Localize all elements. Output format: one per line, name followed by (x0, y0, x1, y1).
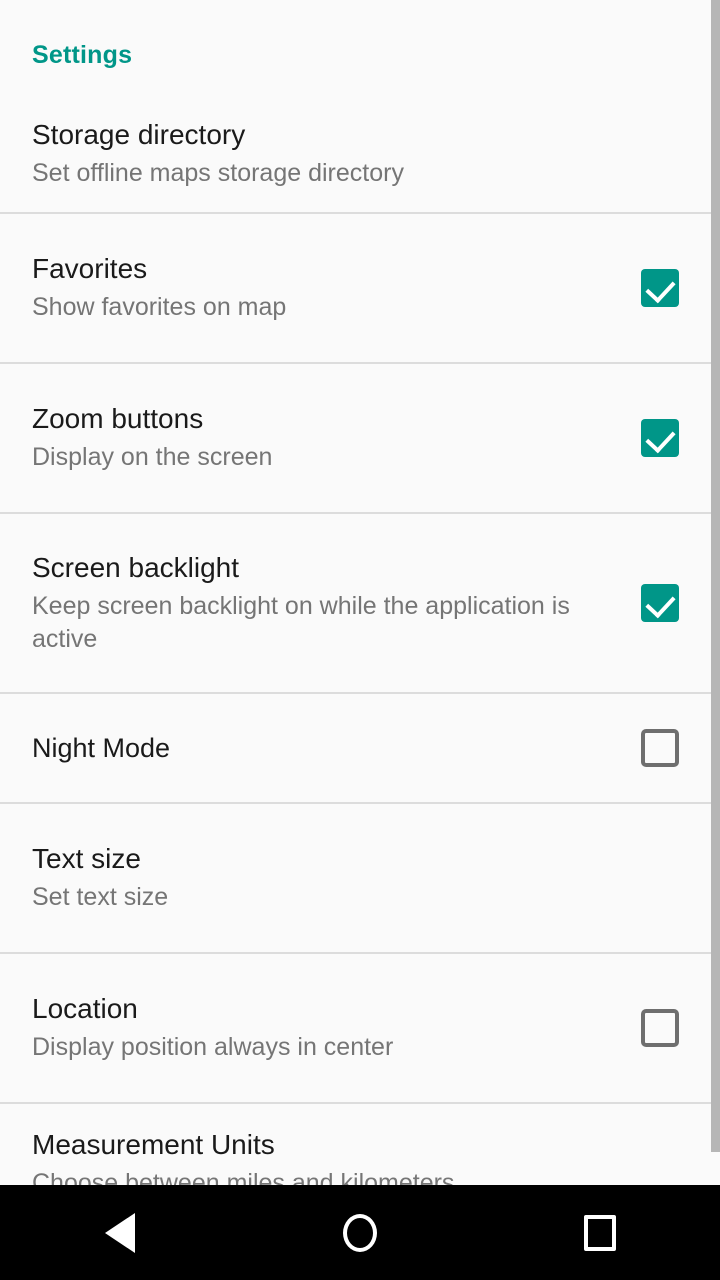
settings-row-location[interactable]: Location Display position always in cent… (0, 954, 720, 1102)
row-subtitle: Show favorites on map (32, 293, 287, 322)
checkbox-screen-backlight[interactable] (641, 584, 679, 622)
settings-row-screen-backlight[interactable]: Screen backlight Keep screen backlight o… (0, 514, 720, 692)
nav-recents-button[interactable] (540, 1185, 660, 1280)
nav-back-button[interactable] (60, 1185, 180, 1280)
checkbox-night-mode[interactable] (641, 729, 679, 767)
row-title: Favorites (32, 253, 148, 285)
row-subtitle: Display position always in center (32, 1033, 394, 1062)
row-text-group: Screen backlight Keep screen backlight o… (32, 551, 632, 655)
row-title: Night Mode (32, 732, 171, 763)
row-text-group: Storage directory Set offline maps stora… (32, 118, 688, 190)
checkbox-wrap[interactable] (632, 269, 688, 307)
checkbox-wrap[interactable] (632, 584, 688, 622)
row-title: Measurement Units (32, 1129, 275, 1161)
settings-scroll-list[interactable]: Settings Storage directory Set offline m… (0, 0, 720, 1185)
row-subtitle: Keep screen backlight on while the appli… (32, 592, 570, 653)
android-settings-screen: Settings Storage directory Set offline m… (0, 0, 720, 1280)
row-text-group: Zoom buttons Display on the screen (32, 402, 632, 474)
settings-section-title: Settings (32, 41, 133, 69)
row-title: Text size (32, 843, 141, 875)
checkbox-wrap[interactable] (632, 1009, 688, 1047)
row-text-group: Measurement Units Choose between miles a… (32, 1128, 688, 1185)
row-title: Location (32, 993, 138, 1025)
scrollbar-thumb[interactable] (711, 0, 720, 1152)
checkbox-favorites[interactable] (641, 269, 679, 307)
settings-row-text-size[interactable]: Text size Set text size (0, 804, 720, 952)
row-subtitle: Set text size (32, 883, 169, 912)
nav-home-button[interactable] (300, 1185, 420, 1280)
settings-section-header: Settings (0, 0, 720, 92)
settings-row-storage-directory[interactable]: Storage directory Set offline maps stora… (0, 92, 720, 212)
home-circle-icon (343, 1213, 377, 1252)
row-text-group: Text size Set text size (32, 842, 688, 914)
checkbox-zoom-buttons[interactable] (641, 419, 679, 457)
checkbox-wrap[interactable] (632, 419, 688, 457)
android-navigation-bar (0, 1185, 720, 1280)
checkbox-wrap[interactable] (632, 729, 688, 767)
row-title: Storage directory (32, 119, 246, 151)
scrollbar-track[interactable] (711, 0, 720, 1185)
row-text-group: Favorites Show favorites on map (32, 252, 632, 324)
row-subtitle: Set offline maps storage directory (32, 159, 404, 188)
recents-square-icon (584, 1214, 616, 1251)
settings-row-zoom-buttons[interactable]: Zoom buttons Display on the screen (0, 364, 720, 512)
row-subtitle: Choose between miles and kilometers (32, 1169, 455, 1185)
row-text-group: Location Display position always in cent… (32, 992, 632, 1064)
back-triangle-icon (105, 1212, 135, 1253)
settings-row-night-mode[interactable]: Night Mode (0, 694, 720, 802)
settings-row-measurement-units[interactable]: Measurement Units Choose between miles a… (0, 1104, 720, 1185)
row-text-group: Night Mode (32, 732, 632, 765)
row-title: Zoom buttons (32, 403, 204, 435)
settings-row-favorites[interactable]: Favorites Show favorites on map (0, 214, 720, 362)
row-title: Screen backlight (32, 551, 240, 583)
row-subtitle: Display on the screen (32, 443, 273, 472)
checkbox-location[interactable] (641, 1009, 679, 1047)
